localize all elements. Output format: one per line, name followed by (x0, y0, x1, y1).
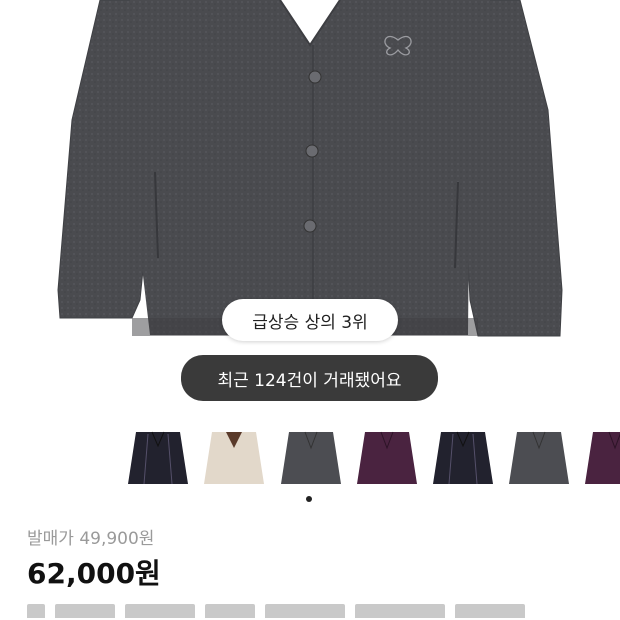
cardigan-button (303, 219, 317, 233)
cardigan-button (305, 144, 319, 158)
cut-off-text-line (27, 604, 597, 618)
thumbnail-purple[interactable] (583, 426, 620, 488)
thumbnail-black-stripe[interactable] (431, 426, 495, 488)
thumbnail-ivory[interactable] (202, 426, 266, 488)
cardigan-button (308, 70, 322, 84)
thumbnail-black-stripe[interactable] (126, 426, 190, 488)
recent-trades-badge: 최근 124건이 거래됐어요 (181, 355, 438, 401)
product-image[interactable]: 급상승 상의 3위 최근 124건이 거래됐어요 (0, 0, 620, 420)
thumbnail-charcoal[interactable] (279, 426, 343, 488)
current-price: 62,000원 (27, 557, 161, 590)
color-thumbnail-strip[interactable] (0, 420, 620, 496)
thumbnail-charcoal[interactable] (507, 426, 571, 488)
release-price: 발매가 49,900원 (27, 529, 155, 549)
pager-dot (306, 496, 312, 502)
trend-badge: 급상승 상의 3위 (222, 299, 398, 341)
thumbnail-purple[interactable] (355, 426, 419, 488)
